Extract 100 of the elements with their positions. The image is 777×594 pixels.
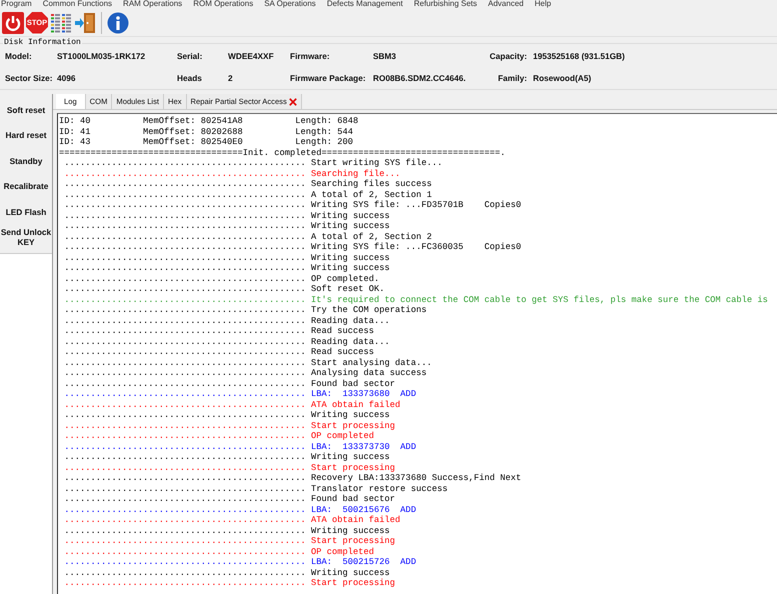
log-message: LBA: 500215726 ADD [311, 557, 416, 568]
log-text: ID: 41 [59, 126, 92, 137]
leader-dots: .............................................. [64, 420, 306, 431]
log-message: ATA obtain failed [311, 400, 400, 410]
info-button[interactable] [107, 12, 129, 34]
log-message: Start writing SYS file... [311, 158, 442, 168]
leader-dots: .............................................. [64, 473, 306, 484]
leader-dots: .............................................. [64, 536, 306, 546]
close-icon[interactable] [288, 98, 297, 106]
log-message: Writing success [311, 452, 390, 462]
menu-item[interactable]: SA Operations [264, 0, 316, 9]
side-button[interactable]: Recalibrate [0, 174, 52, 199]
leader-dots: .............................................. [64, 168, 306, 179]
leader-dots: .............................................. [64, 462, 306, 473]
log-message: LBA: 500215676 ADD [311, 504, 416, 515]
log-message: Start processing [311, 462, 396, 473]
leader-dots: .............................................. [64, 210, 306, 221]
side-button[interactable]: Standby [0, 148, 52, 174]
leader-dots: .............................................. [64, 326, 306, 336]
menu-item[interactable]: Defects Management [326, 0, 403, 9]
list-button[interactable] [50, 12, 72, 34]
log-text: ID: 40 [59, 116, 92, 126]
log-message: It's required to connect the COM cable to get SYS files, pls make sure the COM cable is [311, 294, 768, 305]
log-text: Length: 544 [295, 126, 354, 137]
log-message: Reading data... [311, 316, 390, 326]
field-value: RO08B6.SDM2.CC4646. [373, 73, 467, 83]
leader-dots: .............................................. [64, 232, 306, 242]
leader-dots: .............................................. [64, 568, 306, 578]
log-text: Length: 200 [295, 137, 354, 148]
power-icon [2, 12, 24, 34]
power-button[interactable] [2, 12, 24, 34]
field-label: Serial: [177, 51, 204, 61]
field-value: Rosewood(A5) [533, 73, 592, 83]
leader-dots: .............................................. [64, 400, 306, 410]
log-message: Soft reset OK. [311, 284, 385, 294]
leader-dots: .............................................. [64, 242, 306, 252]
leader-dots: .............................................. [64, 252, 306, 263]
log-text: Length: 6848 [295, 116, 358, 126]
log-message: Searching file... [311, 168, 400, 179]
leader-dots: .............................................. [64, 200, 306, 210]
door-exit-icon [74, 12, 96, 34]
leader-dots: .............................................. [64, 410, 306, 420]
leader-dots: .............................................. [64, 557, 306, 568]
menu-item[interactable]: Refurbishing Sets [414, 0, 478, 9]
log-message: Writing success [311, 410, 390, 420]
menu-item[interactable]: Common Functions [42, 0, 112, 9]
exit-button[interactable] [74, 12, 96, 34]
field-label: Sector Size: [5, 73, 54, 83]
leader-dots: .............................................. [64, 305, 306, 316]
leader-dots: .............................................. [64, 389, 306, 400]
log-message: A total of 2, Section 2 [311, 232, 432, 242]
log-message: Analysing data success [311, 368, 427, 378]
log-message: Writing success [311, 221, 390, 232]
log-text: MemOffset: 802540E0 [143, 137, 244, 148]
field-value: SBM3 [373, 51, 398, 61]
log-message: Writing success [311, 568, 390, 578]
side-button[interactable]: LED Flash [0, 199, 52, 224]
leader-dots: .............................................. [64, 221, 306, 232]
menu-item[interactable]: RAM Operations [123, 0, 182, 9]
log-text: MemOffset: 80202688 [143, 126, 244, 137]
leader-dots: .............................................. [64, 484, 306, 494]
log-message: Start processing [311, 420, 396, 431]
side-button[interactable]: Hard reset [0, 122, 52, 148]
menu-item[interactable]: ROM Operations [193, 0, 254, 9]
log-message: OP completed [311, 546, 374, 557]
leader-dots: .............................................. [64, 442, 306, 452]
field-value: WDEE4XXF [228, 51, 275, 61]
field-label: Capacity: [488, 51, 528, 61]
side-button[interactable]: Send Unlock KEY [0, 224, 52, 250]
log-message: Writing success [311, 252, 390, 263]
field-value: 1953525168 (931.51GB) [533, 51, 626, 61]
log-message: Translator restore success [311, 484, 448, 494]
menu-item[interactable]: Help [534, 0, 552, 9]
log-message: Read success [311, 326, 374, 336]
log-message: ATA obtain failed [311, 515, 400, 526]
list-icon [50, 12, 72, 34]
log-message: A total of 2, Section 1 [311, 190, 432, 200]
leader-dots: .............................................. [64, 190, 306, 200]
side-button[interactable]: Soft reset [0, 97, 52, 122]
leader-dots: .............................................. [64, 336, 306, 347]
menu-item[interactable]: Program [1, 0, 32, 9]
log-message: Found bad sector [311, 494, 396, 504]
leader-dots: .............................................. [64, 526, 306, 536]
leader-dots: .............................................. [64, 368, 306, 378]
menu-item[interactable]: Advanced [488, 0, 524, 9]
group-title: Disk Information [3, 38, 82, 47]
log-message: Recovery LBA:133373680 Success,Find Next [311, 473, 522, 484]
field-value: 4096 [57, 73, 76, 83]
leader-dots: .............................................. [64, 378, 306, 389]
log-message: Writing success [311, 526, 390, 536]
leader-dots: .............................................. [64, 452, 306, 462]
log-separator: ===================================Init. completed==================================. [59, 148, 506, 158]
leader-dots: .............................................. [64, 578, 306, 588]
log-message: Searching files success [311, 179, 432, 190]
leader-dots: .............................................. [64, 358, 306, 368]
leader-dots: .............................................. [64, 431, 306, 442]
log-message: LBA: 133373730 ADD [311, 442, 416, 452]
log-message: Writing success [311, 210, 390, 221]
log-message: OP completed [311, 431, 374, 442]
leader-dots: .............................................. [64, 179, 306, 190]
